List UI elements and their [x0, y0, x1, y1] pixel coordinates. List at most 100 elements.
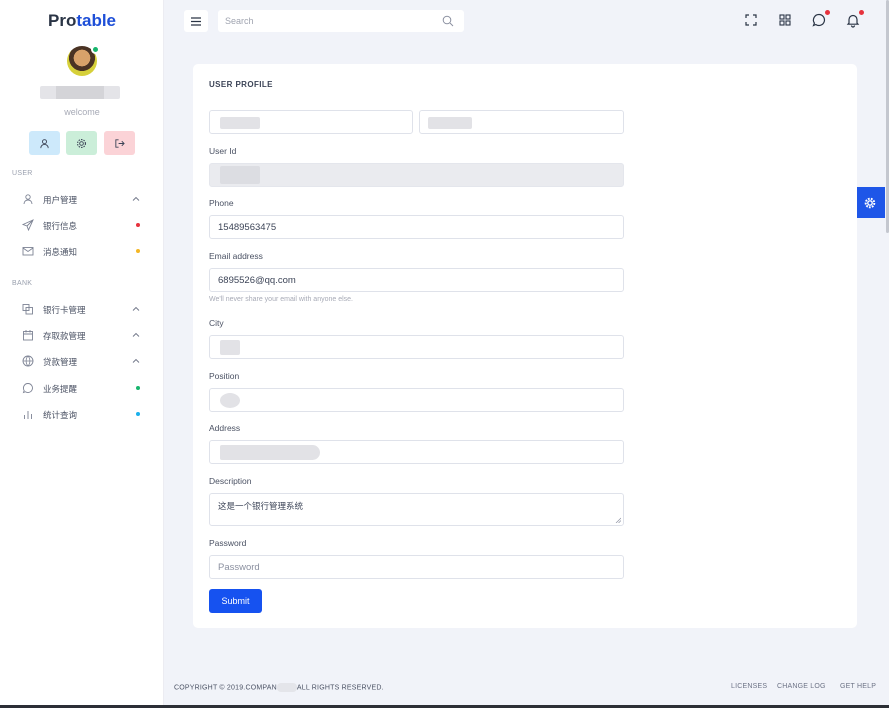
- resize-handle-icon[interactable]: [615, 517, 621, 523]
- email-label: Email address: [209, 251, 263, 261]
- description-field[interactable]: 这是一个银行管理系统: [209, 493, 624, 526]
- city-field[interactable]: [209, 335, 624, 359]
- phone-field[interactable]: [209, 215, 624, 239]
- sidebar-item-loan-management[interactable]: 贷款管理: [0, 351, 164, 371]
- position-label: Position: [209, 371, 240, 381]
- email-field[interactable]: [209, 268, 624, 292]
- email-hint: We'll never share your email with anyone…: [209, 296, 353, 303]
- sidebar-item-card-management[interactable]: 银行卡管理: [0, 299, 164, 319]
- sidebar-item-label: 用户管理: [43, 195, 78, 205]
- username-redacted: [40, 86, 120, 99]
- notifications-button[interactable]: [845, 10, 864, 28]
- redacted-company: [276, 683, 297, 692]
- user-id-field: [209, 163, 624, 187]
- chevron-up-icon: [132, 196, 140, 201]
- status-dot: [136, 223, 140, 227]
- copyright-text-end: ALL RIGHTS RESERVED.: [296, 684, 384, 692]
- position-field[interactable]: [209, 388, 624, 412]
- redacted-value: [220, 340, 240, 355]
- brand-prefix: Pro: [47, 11, 77, 30]
- status-dot: [136, 249, 140, 253]
- section-user-heading: USER: [12, 170, 33, 177]
- redacted-value: [220, 445, 320, 460]
- apps-grid-icon: [779, 14, 791, 26]
- chat-icon: [812, 13, 826, 27]
- sidebar-item-label: 消息通知: [43, 247, 78, 257]
- first-name-field[interactable]: [209, 110, 413, 134]
- settings-button[interactable]: [66, 131, 97, 155]
- phone-label: Phone: [209, 198, 234, 208]
- change-log-link[interactable]: CHANGE LOG: [777, 683, 826, 690]
- calendar-icon: [23, 330, 33, 341]
- password-field[interactable]: [209, 555, 624, 579]
- user-profile-card: USER PROFILE User Id Phone Email address…: [193, 64, 857, 628]
- password-label: Password: [209, 538, 247, 548]
- sidebar-item-label: 业务提醒: [43, 384, 78, 394]
- city-label: City: [209, 318, 224, 328]
- sidebar-item-notifications[interactable]: 消息通知: [0, 241, 164, 261]
- send-icon: [22, 219, 34, 231]
- cards-icon: [22, 304, 33, 315]
- globe-icon: [22, 355, 34, 367]
- mail-icon: [22, 247, 34, 256]
- fullscreen-button[interactable]: [743, 12, 759, 28]
- notification-badge: [859, 10, 864, 15]
- theme-settings-button[interactable]: [854, 187, 885, 218]
- apps-button[interactable]: [777, 12, 793, 28]
- redacted-value: [428, 117, 472, 129]
- sidebar-item-deposit-management[interactable]: 存取款管理: [0, 325, 164, 345]
- redacted-value: [220, 393, 240, 408]
- welcome-text: welcome: [64, 107, 100, 117]
- description-textarea[interactable]: 这是一个银行管理系统: [218, 500, 608, 510]
- footer-copyright: COPYRIGHT © 2019.COMPAN ALL RIGHTS RESERV…: [174, 683, 384, 692]
- logout-button[interactable]: [104, 131, 135, 155]
- status-dot: [136, 386, 140, 390]
- search-input[interactable]: [225, 13, 425, 29]
- chevron-up-icon: [132, 332, 140, 337]
- online-status-dot: [91, 45, 100, 54]
- brand-logo[interactable]: Protable: [0, 11, 164, 31]
- menu-toggle-button[interactable]: [184, 10, 208, 32]
- sidebar: Protable welcome USER 用户管理 银行信息 消息通知 BAN…: [0, 0, 164, 708]
- sidebar-item-user-management[interactable]: 用户管理: [0, 189, 164, 209]
- user-icon: [23, 194, 33, 205]
- profile-button[interactable]: [29, 131, 60, 155]
- redacted-value: [220, 166, 260, 184]
- sidebar-item-business-reminders[interactable]: 业务提醒: [0, 378, 164, 398]
- messages-button[interactable]: [811, 10, 830, 28]
- address-field[interactable]: [209, 440, 624, 464]
- last-name-field[interactable]: [419, 110, 624, 134]
- email-input[interactable]: [218, 275, 608, 286]
- copyright-text-start: COPYRIGHT © 2019.COMPAN: [174, 684, 277, 692]
- card-title: USER PROFILE: [209, 80, 273, 89]
- sidebar-item-label: 统计查询: [43, 410, 78, 420]
- redacted-value: [220, 117, 260, 129]
- sidebar-item-label: 银行信息: [43, 221, 78, 231]
- password-input[interactable]: [218, 562, 608, 573]
- phone-input[interactable]: [218, 222, 608, 233]
- search-icon[interactable]: [442, 15, 454, 27]
- get-help-link[interactable]: GET HELP: [840, 683, 876, 690]
- chevron-up-icon: [132, 358, 140, 363]
- chevron-up-icon: [132, 306, 140, 311]
- licenses-link[interactable]: LICENSES: [731, 683, 767, 690]
- hamburger-icon: [191, 16, 201, 26]
- fullscreen-icon: [745, 14, 757, 26]
- bell-icon: [846, 14, 860, 28]
- submit-button[interactable]: Submit: [209, 589, 262, 613]
- status-dot: [136, 412, 140, 416]
- gear-icon: [864, 197, 875, 208]
- description-label: Description: [209, 476, 252, 486]
- search-box: [218, 10, 464, 32]
- notification-badge: [825, 10, 830, 15]
- sidebar-item-statistics[interactable]: 统计查询: [0, 404, 164, 424]
- bar-chart-icon: [24, 411, 32, 419]
- logout-icon: [115, 138, 125, 148]
- user-icon: [40, 138, 49, 148]
- sidebar-item-label: 银行卡管理: [43, 305, 86, 315]
- sidebar-item-label: 贷款管理: [43, 357, 78, 367]
- address-label: Address: [209, 423, 241, 433]
- avatar[interactable]: [67, 45, 100, 76]
- chat-icon: [22, 383, 33, 394]
- sidebar-item-bank-info[interactable]: 银行信息: [0, 215, 164, 235]
